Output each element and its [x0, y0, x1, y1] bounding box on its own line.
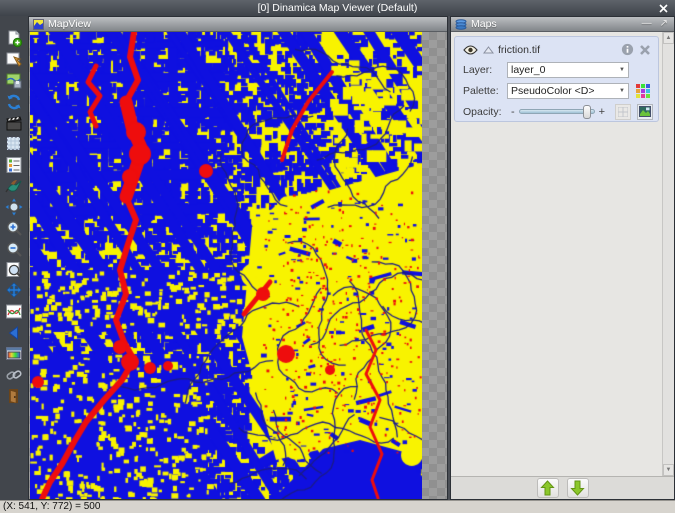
export-map-icon[interactable]	[2, 70, 26, 91]
mapview-title: MapView	[48, 18, 91, 30]
maps-title: Maps	[471, 18, 497, 30]
close-icon[interactable]	[657, 2, 670, 14]
layer-label: Layer:	[463, 64, 507, 76]
opacity-slider-handle[interactable]	[583, 105, 591, 119]
visibility-eye-icon[interactable]	[463, 45, 478, 55]
remove-layer-icon[interactable]	[639, 44, 651, 56]
opacity-minus-button[interactable]: -	[507, 106, 519, 118]
exit-icon[interactable]	[2, 385, 26, 406]
opacity-plus-button[interactable]: +	[595, 106, 609, 118]
export-image-button[interactable]	[637, 104, 653, 120]
palette-select-value: PseudoColor <D>	[511, 85, 594, 97]
maps-panel: Maps — ↗ friction.tif	[450, 16, 675, 500]
maps-footer	[451, 476, 674, 499]
toolbar	[0, 16, 28, 500]
link-icon[interactable]	[2, 364, 26, 385]
map-transparent-area	[29, 32, 447, 499]
maps-body: friction.tif Layer: layer_0 ▼ Palette:	[451, 32, 674, 476]
chevron-down-icon: ▼	[619, 88, 625, 94]
selection-grid-icon[interactable]	[2, 133, 26, 154]
refresh-icon[interactable]	[2, 91, 26, 112]
scroll-down-icon[interactable]: ▼	[663, 464, 674, 476]
chevron-down-icon: ▼	[619, 67, 625, 73]
palette-editor-button[interactable]	[635, 83, 651, 99]
layer-select[interactable]: layer_0 ▼	[507, 62, 629, 78]
opacity-slider[interactable]	[519, 109, 595, 114]
window-titlebar: [0] Dinamica Map Viewer (Default)	[0, 0, 675, 16]
layer-select-value: layer_0	[511, 64, 545, 76]
map-image[interactable]	[30, 32, 422, 499]
hummingbird-icon[interactable]	[2, 175, 26, 196]
mapview-header: MapView	[29, 17, 447, 32]
maps-scrollbar[interactable]: ▲ ▼	[662, 32, 674, 476]
cursor-coordinates: (X: 541, Y: 772) = 500	[3, 501, 100, 512]
pan-icon[interactable]	[2, 280, 26, 301]
layers-icon	[455, 19, 467, 30]
palette-gradient-icon[interactable]	[2, 343, 26, 364]
layer-card: friction.tif Layer: layer_0 ▼ Palette:	[454, 36, 659, 122]
zoom-extent-icon[interactable]	[2, 196, 26, 217]
zoom-in-icon[interactable]	[2, 217, 26, 238]
palette-select[interactable]: PseudoColor <D> ▼	[507, 83, 629, 99]
mapview-icon	[33, 19, 44, 30]
new-map-icon[interactable]	[2, 28, 26, 49]
opacity-label: Opacity:	[463, 106, 507, 118]
palette-label: Palette:	[463, 85, 507, 97]
info-icon[interactable]	[621, 43, 634, 56]
move-layer-down-button[interactable]	[567, 478, 589, 498]
select-tool-icon[interactable]	[2, 49, 26, 70]
scroll-up-icon[interactable]: ▲	[663, 32, 674, 44]
zoom-window-icon[interactable]	[2, 259, 26, 280]
minimize-icon[interactable]: —	[640, 19, 654, 29]
window-title: [0] Dinamica Map Viewer (Default)	[258, 2, 418, 14]
legend-icon[interactable]	[2, 154, 26, 175]
move-layer-up-button[interactable]	[537, 478, 559, 498]
zoom-out-icon[interactable]	[2, 238, 26, 259]
chart-icon[interactable]	[2, 301, 26, 322]
blend-mode-button	[615, 104, 631, 120]
maps-header: Maps — ↗	[451, 17, 674, 32]
pyramid-icon	[483, 46, 494, 54]
back-icon[interactable]	[2, 322, 26, 343]
float-icon[interactable]: ↗	[658, 19, 670, 29]
animation-icon[interactable]	[2, 112, 26, 133]
status-bar: (X: 541, Y: 772) = 500	[0, 500, 675, 513]
layer-filename: friction.tif	[498, 44, 621, 56]
mapview-panel: MapView	[28, 16, 448, 500]
